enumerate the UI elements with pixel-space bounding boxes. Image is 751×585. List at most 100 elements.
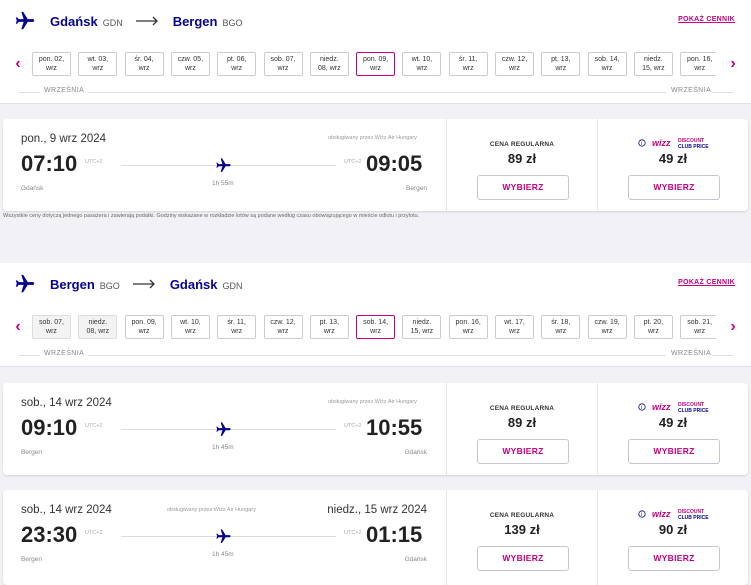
date-option-month: wrz	[277, 328, 289, 335]
date-option-month: wrz	[462, 65, 474, 72]
date-option-month: wrz	[231, 65, 243, 72]
date-option[interactable]: czw. 05, wrz	[170, 52, 210, 76]
date-option[interactable]: śr. 11, wrz	[217, 315, 257, 339]
date-option[interactable]: pon. 09, wrz	[356, 52, 396, 76]
date-option[interactable]: czw. 12, wrz	[495, 52, 534, 76]
date-option-day: wt. 10,	[180, 319, 201, 326]
destination-code: GDN	[222, 281, 243, 291]
date-option[interactable]: pt. 13, wrz	[309, 315, 349, 339]
date-option[interactable]: wt. 10, wrz	[170, 315, 210, 339]
date-option-month: wrz	[509, 328, 520, 335]
svg-text:wizz: wizz	[652, 138, 671, 148]
date-option[interactable]: wt. 10, wrz	[402, 52, 442, 76]
date-option[interactable]: niedz. 15, wrz	[633, 52, 673, 76]
date-option[interactable]: niedz. 15, wrz	[402, 315, 442, 339]
origin-code: BGO	[99, 281, 120, 291]
date-option[interactable]: pt. 20, wrz	[633, 315, 673, 339]
date-option[interactable]: sob. 07, wrz	[263, 52, 303, 76]
date-option-month: wrz	[601, 328, 613, 335]
destination-city: Bergen	[172, 14, 218, 29]
flight-card: pon., 9 wrz 2024 obsługiwany przez Wizz …	[3, 119, 748, 211]
select-club-button[interactable]: WYBIERZ	[628, 546, 720, 571]
regular-price: 139 zł	[504, 522, 540, 537]
date-option[interactable]: pon. 16, wrz	[448, 315, 488, 339]
select-regular-button[interactable]: WYBIERZ	[477, 439, 569, 464]
date-option[interactable]: sob. 14, wrz	[587, 52, 627, 76]
wizz-discount-club-logo: i wizz DISCOUNT CLUB PRICE	[638, 402, 709, 414]
month-row: WRZEŚNIA WRZEŚNIA	[0, 86, 751, 98]
chevron-left-icon[interactable]: ‹	[10, 56, 26, 72]
date-option[interactable]: śr. 04, wrz	[124, 52, 164, 76]
date-option-day: sob. 14,	[363, 319, 389, 326]
date-option[interactable]: pon. 16, wrz	[680, 52, 716, 76]
select-regular-button[interactable]: WYBIERZ	[477, 175, 569, 200]
show-price-list-link[interactable]: POKAŻ CENNIK	[678, 279, 735, 286]
departure-time: 07:10	[21, 151, 78, 176]
origin-city: Gdańsk	[50, 14, 98, 29]
date-option[interactable]: wt. 17, wrz	[495, 315, 534, 339]
date-option[interactable]: śr. 11, wrz	[448, 52, 488, 76]
date-option-month: wrz	[694, 328, 706, 335]
departure-time: 09:10	[21, 415, 78, 440]
month-label: WRZEŚNIA	[44, 350, 85, 357]
date-option-day: niedz.	[88, 319, 108, 326]
select-regular-button[interactable]: WYBIERZ	[477, 546, 569, 571]
operator-text: obsługiwany przez Wizz Air Hungary	[167, 507, 256, 513]
date-option[interactable]: sob. 07, wrz	[32, 315, 71, 339]
date-option[interactable]: niedz. 08, wrz	[309, 52, 349, 76]
origin-code: GDN	[102, 18, 123, 28]
chevron-right-icon[interactable]: ›	[725, 56, 741, 72]
departure-airport: Bergen	[21, 556, 42, 563]
plane-icon	[216, 158, 231, 172]
date-option[interactable]: niedz. 08, wrz	[78, 315, 118, 339]
date-option[interactable]: pt. 13, wrz	[541, 52, 581, 76]
arrival-time: 09:05	[366, 151, 423, 176]
date-option-day: pon. 09,	[362, 56, 389, 63]
arrival-airport: Bergen	[406, 185, 427, 192]
date-option-day: sob. 07,	[39, 319, 64, 326]
date-option-month: 08, wrz	[318, 65, 341, 72]
date-option-day: śr. 04,	[134, 56, 154, 63]
date-option-month: wrz	[277, 65, 289, 72]
svg-text:CLUB PRICE: CLUB PRICE	[678, 408, 709, 414]
svg-text:wizz: wizz	[652, 402, 671, 412]
date-option[interactable]: czw. 19, wrz	[587, 315, 627, 339]
plane-icon	[15, 274, 35, 293]
select-club-button[interactable]: WYBIERZ	[628, 175, 720, 200]
date-option-month: wrz	[601, 65, 613, 72]
date-option[interactable]: pon. 02, wrz	[32, 52, 71, 76]
date-option[interactable]: wt. 03, wrz	[78, 52, 118, 76]
show-price-list-link[interactable]: POKAŻ CENNIK	[678, 16, 735, 23]
flight-date: sob., 14 wrz 2024	[21, 504, 112, 516]
regular-price-label: CENA REGULARNA	[489, 405, 555, 412]
date-option[interactable]: pon. 09, wrz	[124, 315, 164, 339]
date-option-month: wrz	[462, 328, 474, 335]
month-label: WRZEŚNIA	[671, 87, 712, 94]
date-option-day: śr. 11,	[227, 319, 246, 326]
arrival-time: 01:15	[366, 522, 423, 547]
regular-price: 89 zł	[507, 415, 537, 430]
chevron-right-icon[interactable]: ›	[725, 319, 741, 335]
date-option-day: pt. 13,	[319, 319, 340, 326]
destination-city: Gdańsk	[169, 277, 218, 292]
regular-price-label: CENA REGULARNA	[489, 141, 555, 148]
svg-text:i: i	[641, 405, 642, 411]
chevron-left-icon[interactable]: ‹	[10, 319, 26, 335]
outbound-route: Gdańsk GDN Bergen BGO	[50, 14, 249, 29]
date-option[interactable]: pt. 06, wrz	[217, 52, 257, 76]
date-option[interactable]: śr. 18, wrz	[541, 315, 581, 339]
select-club-button[interactable]: WYBIERZ	[628, 439, 720, 464]
date-option-month: wrz	[555, 65, 567, 72]
date-option-day: wt. 17,	[504, 319, 525, 326]
date-option[interactable]: sob. 14, wrz	[356, 315, 396, 339]
date-option[interactable]: czw. 12, wrz	[263, 315, 303, 339]
date-option-day: pt. 13,	[551, 56, 571, 63]
svg-text:CLUB PRICE: CLUB PRICE	[678, 144, 709, 150]
date-option-month: wrz	[647, 328, 659, 335]
date-option-day: niedz.	[319, 56, 339, 63]
plane-icon	[216, 422, 231, 436]
date-option[interactable]: sob. 21, wrz	[680, 315, 716, 339]
plane-icon	[216, 529, 231, 543]
date-option-month: wrz	[231, 328, 243, 335]
date-option-day: niedz.	[412, 319, 432, 326]
